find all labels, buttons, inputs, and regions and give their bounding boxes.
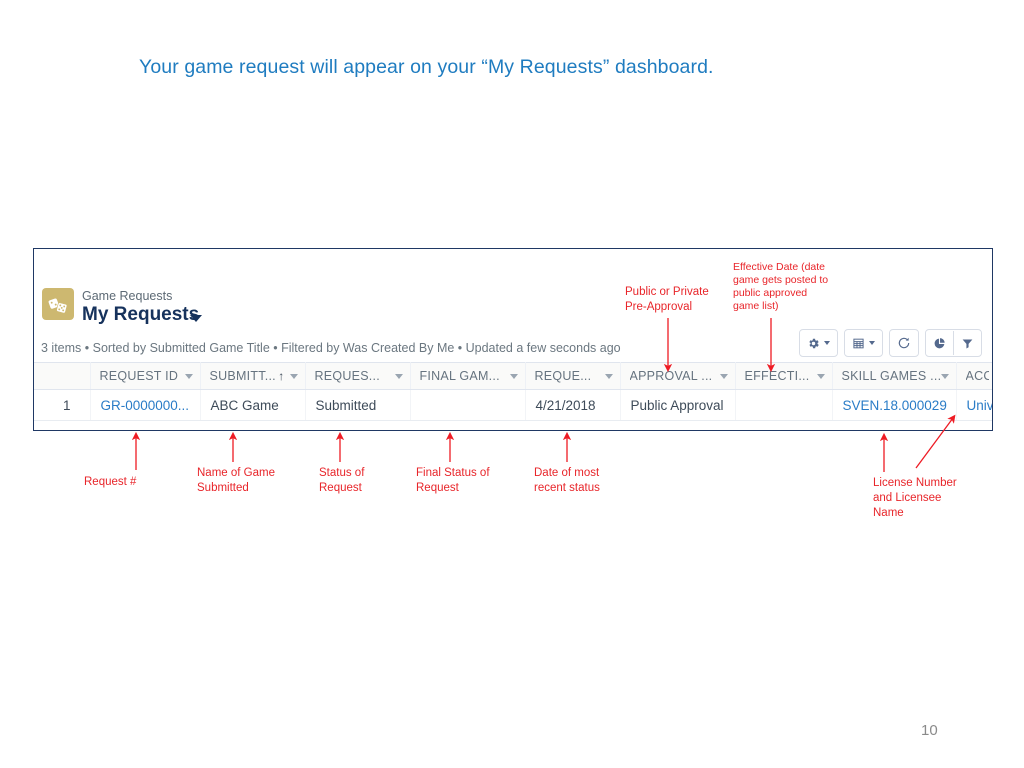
cell-request-id[interactable]: GR-0000000... (90, 389, 201, 421)
column-header[interactable]: REQUE... (525, 362, 621, 390)
object-name: Game Requests (82, 289, 173, 303)
column-header-label: REQUE... (534, 369, 592, 383)
display-as-button[interactable] (845, 331, 882, 355)
column-header[interactable]: APPROVAL ... (620, 362, 736, 390)
cell-request-status-text: Submitted (315, 397, 377, 413)
chevron-down-icon[interactable] (509, 373, 518, 379)
column-header[interactable]: SKILL GAMES ... (832, 362, 957, 390)
annotation-public-or-private: Public or Private Pre-Approval (625, 286, 709, 313)
annotation-request-number: Request # (84, 476, 137, 488)
column-header-label: FINAL GAM... (419, 369, 500, 383)
column-header-label: EFFECTI... (744, 369, 810, 383)
chevron-down-icon[interactable] (940, 373, 949, 379)
toolbar-group-display (844, 329, 883, 357)
cell-submitted-game-title-text: ABC Game (210, 397, 279, 413)
column-header[interactable]: FINAL GAM... (410, 362, 526, 390)
cell-approval-type: Public Approval (620, 389, 736, 421)
table-row[interactable]: 1 GR-0000000... ABC Game Submitted 4/21/2018… (34, 389, 993, 421)
toolbar-group-settings (799, 329, 838, 357)
annotation-status-of-request: Status of Request (319, 467, 365, 494)
list-view-header: Game Requests My Requests 3 items • Sort… (34, 249, 992, 362)
cell-approval-type-text: Public Approval (630, 397, 724, 413)
column-header-label: SKILL GAMES ... (841, 369, 941, 383)
annotation-name-of-game: Name of Game Submitted (197, 467, 275, 494)
cell-skill-games-license-text: SVEN.18.000029 (842, 397, 947, 413)
screenshot-frame: Game Requests My Requests 3 items • Sort… (33, 248, 993, 431)
chevron-down-icon[interactable] (190, 315, 202, 322)
cell-submitted-game-title: ABC Game (200, 389, 306, 421)
chevron-down-icon[interactable] (816, 373, 825, 379)
list-view-name[interactable]: My Requests (82, 304, 199, 326)
pie-chart-icon (934, 337, 945, 348)
requests-table: REQUEST ID SUBMITT... ↑ REQUES... FINAL GAM.… (34, 362, 993, 421)
chevron-down-icon[interactable] (604, 373, 613, 379)
row-number: 1 (34, 389, 91, 421)
chevron-down-icon (869, 341, 875, 345)
cell-request-status: Submitted (305, 389, 411, 421)
filters-button[interactable] (953, 331, 981, 355)
column-header[interactable]: REQUEST ID (90, 362, 201, 390)
cell-request-date: 4/21/2018 (525, 389, 621, 421)
column-header-rownum (34, 362, 91, 390)
list-view-toolbar (793, 329, 982, 357)
cell-account-text: Univ (966, 397, 993, 413)
chevron-down-icon[interactable] (394, 373, 403, 379)
cell-request-id-text: GR-0000000... (100, 397, 190, 413)
cell-request-date-text: 4/21/2018 (535, 397, 596, 413)
chevron-down-icon[interactable] (719, 373, 728, 379)
annotation-effective-date: Effective Date (date game gets posted to p… (733, 261, 829, 312)
toolbar-group-charts-filters (925, 329, 982, 357)
row-number-text: 1 (62, 397, 71, 413)
dice-icon (42, 288, 74, 320)
cell-account[interactable]: Univ (956, 389, 993, 421)
refresh-icon (898, 337, 910, 349)
annotation-final-status: Final Status of Request (416, 467, 490, 494)
chevron-down-icon[interactable] (289, 373, 298, 379)
table-header-row: REQUEST ID SUBMITT... ↑ REQUES... FINAL GAM.… (34, 362, 992, 390)
chevron-down-icon (824, 341, 830, 345)
page-title: Your game request will appear on your “M… (139, 56, 714, 78)
cell-final-game-status (410, 389, 526, 421)
column-header-label: SUBMITT... (209, 369, 276, 383)
filter-icon (962, 338, 973, 348)
cell-effective-date (735, 389, 833, 421)
cell-skill-games-license[interactable]: SVEN.18.000029 (832, 389, 957, 421)
slide-page-number: 10 (921, 722, 938, 739)
charts-button[interactable] (926, 331, 953, 355)
list-view-meta: 3 items • Sorted by Submitted Game Title… (41, 341, 621, 355)
column-header[interactable]: EFFECTI... (735, 362, 833, 390)
refresh-button[interactable] (890, 331, 918, 355)
column-header: ACC (956, 362, 992, 390)
column-header-label: REQUES... (314, 369, 380, 383)
annotation-license-number: License Number and Licensee Name (873, 477, 957, 519)
sort-ascending-icon[interactable]: ↑ (278, 369, 284, 383)
chevron-down-icon[interactable] (184, 373, 193, 379)
column-header-label: REQUEST ID (99, 369, 179, 383)
table-icon (853, 338, 864, 348)
column-header-label: APPROVAL ... (629, 369, 713, 383)
list-view-controls-button[interactable] (800, 331, 837, 355)
toolbar-group-refresh (889, 329, 919, 357)
annotation-date-of-status: Date of most recent status (534, 467, 600, 494)
column-header[interactable]: SUBMITT... ↑ (200, 362, 306, 390)
column-header[interactable]: REQUES... (305, 362, 411, 390)
gear-icon (809, 338, 819, 348)
column-header-label: ACC (965, 369, 989, 383)
